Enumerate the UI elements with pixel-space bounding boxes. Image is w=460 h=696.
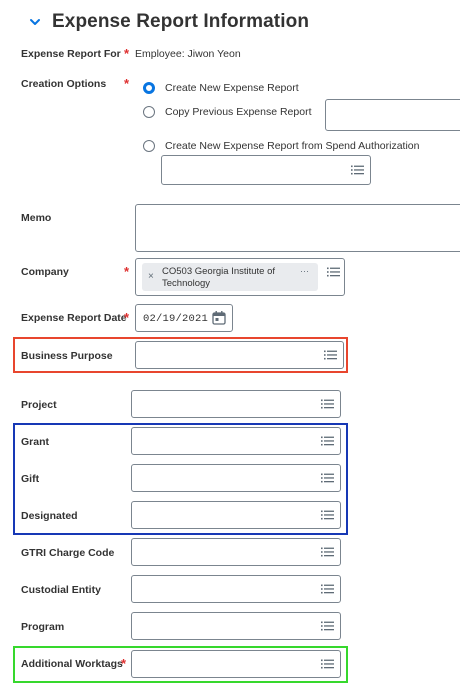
custodial-entity-label: Custodial Entity xyxy=(21,584,101,596)
list-prompt-icon[interactable] xyxy=(324,350,337,360)
creation-options-label: Creation Options xyxy=(21,78,107,90)
radio-from-spend-authorization[interactable] xyxy=(143,140,155,152)
required-marker: * xyxy=(124,46,130,61)
list-prompt-icon[interactable] xyxy=(321,621,334,631)
gtri-charge-code-label: GTRI Charge Code xyxy=(21,547,115,559)
chevron-down-icon[interactable] xyxy=(28,15,42,29)
expense-report-date-field[interactable]: 02/19/2021 xyxy=(135,304,233,332)
required-marker: * xyxy=(121,656,127,671)
list-prompt-icon[interactable] xyxy=(321,659,334,669)
custodial-entity-field[interactable] xyxy=(131,575,341,603)
company-label: Company xyxy=(21,266,69,278)
section-header[interactable]: Expense Report Information xyxy=(28,10,309,34)
gift-label: Gift xyxy=(21,473,40,485)
grant-field[interactable] xyxy=(131,427,341,455)
radio-button-selected[interactable] xyxy=(143,82,155,94)
section-title: Expense Report Information xyxy=(52,11,310,32)
remove-icon[interactable]: × xyxy=(148,271,154,282)
list-prompt-icon[interactable] xyxy=(321,399,334,409)
business-purpose-label: Business Purpose xyxy=(21,350,113,362)
list-prompt-icon[interactable] xyxy=(351,165,364,175)
company-selected-value: CO503 Georgia Institute of Technology xyxy=(162,266,275,290)
program-field[interactable] xyxy=(131,612,341,640)
radio-button[interactable] xyxy=(143,106,155,118)
date-value[interactable]: 02/19/2021 xyxy=(143,313,208,325)
company-name-line1: CO503 Georgia Institute of xyxy=(162,266,276,277)
radio-button[interactable] xyxy=(143,140,155,152)
required-marker: * xyxy=(124,264,130,279)
grant-label: Grant xyxy=(21,436,50,448)
expense-report-for-label: Expense Report For xyxy=(21,48,121,60)
project-field[interactable] xyxy=(131,390,341,418)
radio-copy-previous[interactable] xyxy=(143,106,155,118)
gift-field[interactable] xyxy=(131,464,341,492)
list-prompt-icon[interactable] xyxy=(321,547,334,557)
company-field[interactable]: × CO503 Georgia Institute of Technology … xyxy=(135,258,345,296)
company-name-line2: Technology xyxy=(162,278,211,289)
project-label: Project xyxy=(21,399,57,411)
list-prompt-icon[interactable] xyxy=(321,584,334,594)
list-prompt-icon[interactable] xyxy=(321,473,334,483)
required-marker: * xyxy=(124,76,130,91)
expense-report-date-label: Expense Report Date xyxy=(21,312,127,324)
additional-worktags-field[interactable] xyxy=(131,650,341,678)
business-purpose-field[interactable] xyxy=(135,341,344,369)
company-selected-pill[interactable]: × CO503 Georgia Institute of Technology … xyxy=(142,263,318,291)
program-label: Program xyxy=(21,621,65,633)
calendar-icon[interactable] xyxy=(212,311,226,325)
list-prompt-icon[interactable] xyxy=(321,510,334,520)
expense-report-for-value: Employee: Jiwon Yeon xyxy=(135,48,241,60)
radio-copy-previous-label[interactable]: Copy Previous Expense Report xyxy=(165,106,312,118)
copy-previous-report-field[interactable] xyxy=(325,99,460,131)
list-prompt-icon[interactable] xyxy=(327,267,340,277)
designated-label: Designated xyxy=(21,510,78,522)
required-marker: * xyxy=(124,310,130,325)
radio-create-new[interactable] xyxy=(143,82,155,94)
radio-create-new-label[interactable]: Create New Expense Report xyxy=(165,82,299,94)
memo-textarea[interactable] xyxy=(135,204,460,252)
spend-authorization-field[interactable] xyxy=(161,155,371,185)
radio-from-spend-authorization-label[interactable]: Create New Expense Report from Spend Aut… xyxy=(165,140,419,152)
additional-worktags-label: Additional Worktags xyxy=(21,658,123,670)
more-options-icon[interactable]: ··· xyxy=(300,266,309,276)
designated-field[interactable] xyxy=(131,501,341,529)
list-prompt-icon[interactable] xyxy=(321,436,334,446)
gtri-charge-code-field[interactable] xyxy=(131,538,341,566)
memo-label: Memo xyxy=(21,212,52,224)
